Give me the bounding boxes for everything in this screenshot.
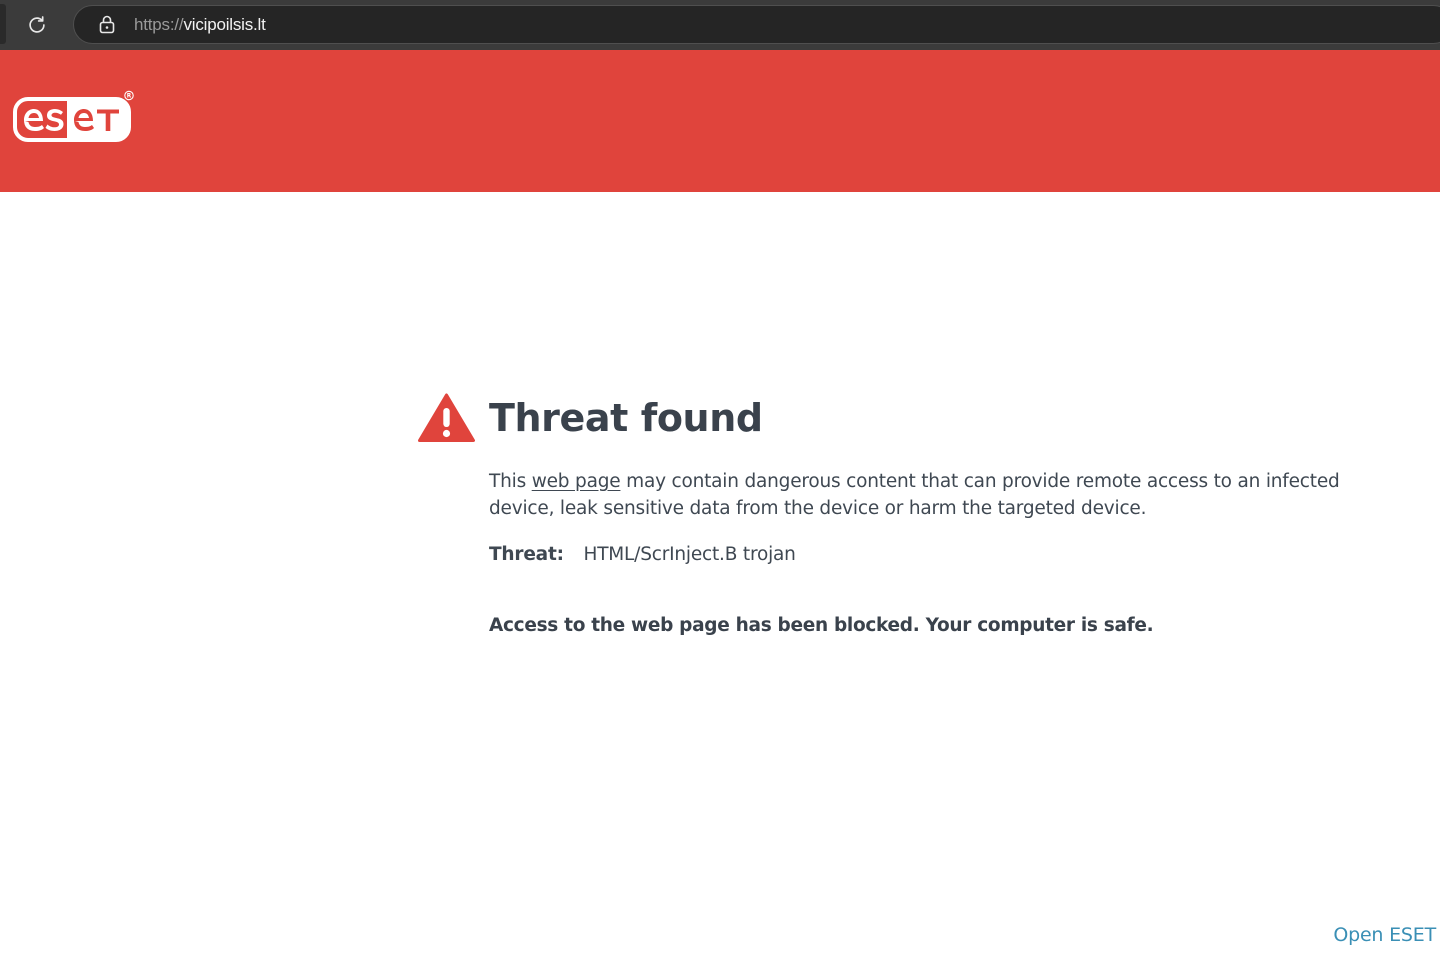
warning-triangle-icon xyxy=(418,393,475,442)
web-page-link[interactable]: web page xyxy=(532,471,621,492)
eset-header-banner: R xyxy=(0,50,1440,192)
reload-button[interactable] xyxy=(20,8,54,42)
tab-edge xyxy=(0,4,6,44)
lock-icon[interactable] xyxy=(98,15,116,35)
page-title: Threat found xyxy=(489,396,763,440)
url-protocol: https:// xyxy=(134,14,184,34)
svg-text:R: R xyxy=(127,94,132,100)
eset-logo: R xyxy=(13,90,134,142)
threat-label: Threat: xyxy=(489,544,564,565)
blocked-message: Access to the web page has been blocked.… xyxy=(489,615,1154,636)
url-text[interactable]: https://vicipoilsis.lt xyxy=(134,15,266,35)
browser-toolbar: https://vicipoilsis.lt xyxy=(0,0,1440,50)
open-eset-link[interactable]: Open ESET xyxy=(1333,924,1436,946)
threat-info: Threat: HTML/ScrInject.B trojan xyxy=(489,544,796,565)
reload-icon xyxy=(29,16,45,33)
url-host: vicipoilsis.lt xyxy=(183,14,266,34)
desc-text-start: This xyxy=(489,471,532,492)
threat-description: This web page may contain dangerous cont… xyxy=(489,468,1399,522)
address-bar[interactable]: https://vicipoilsis.lt xyxy=(73,5,1440,44)
threat-name: HTML/ScrInject.B trojan xyxy=(583,544,796,565)
